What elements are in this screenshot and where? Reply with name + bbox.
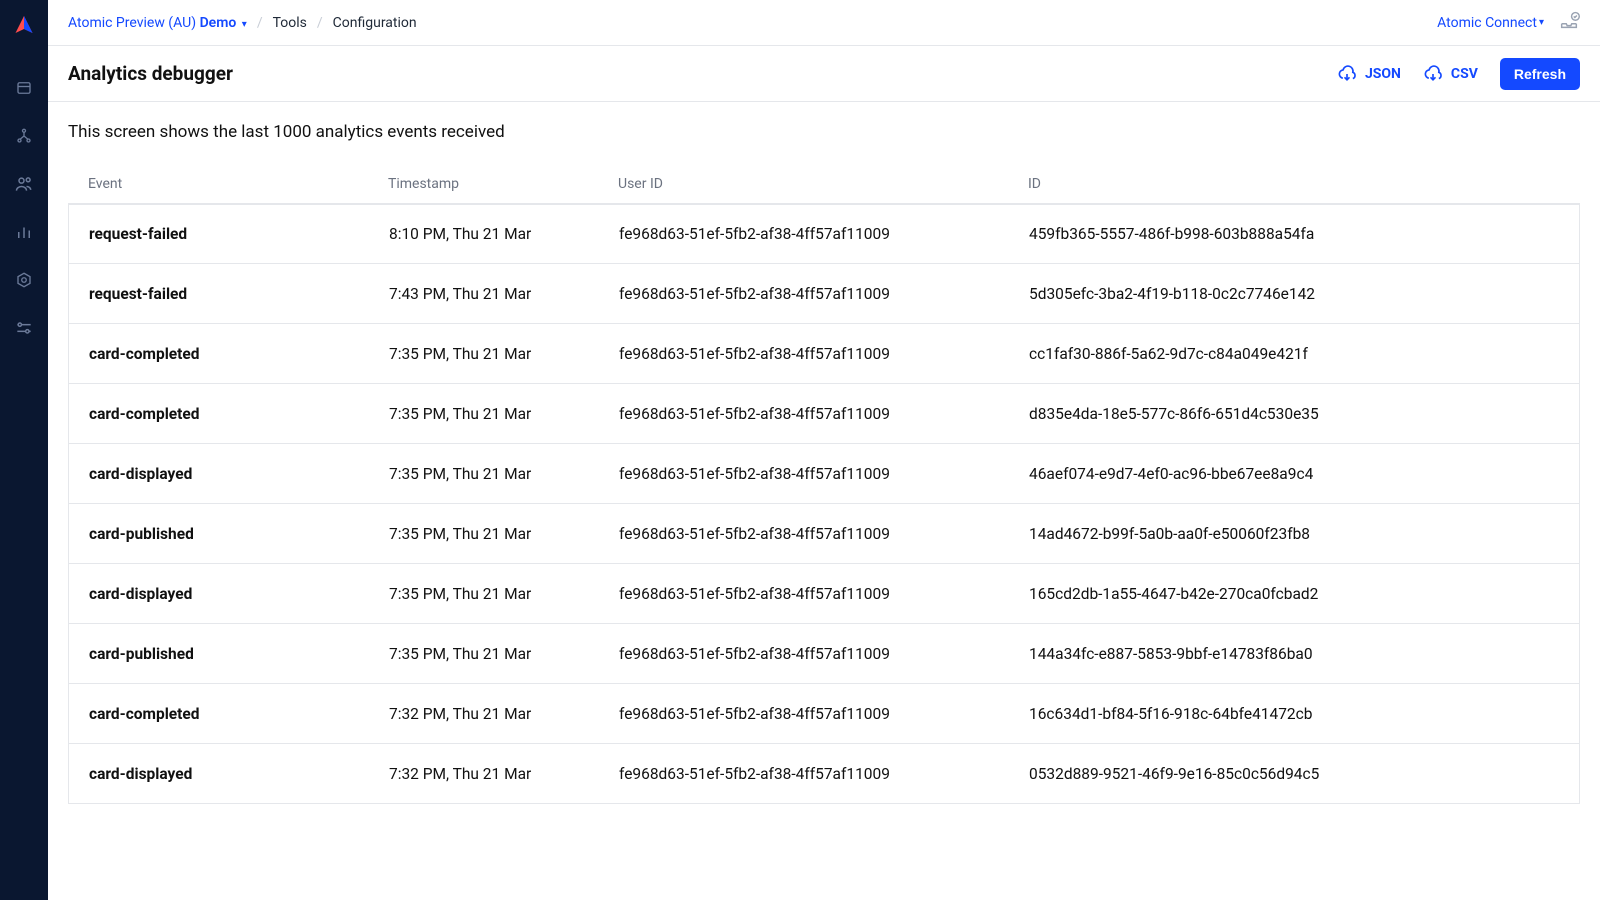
cell-id: 165cd2db-1a55-4647-b42e-270ca0fcbad2: [1029, 585, 1559, 603]
cell-user-id: fe968d63-51ef-5fb2-af38-4ff57af11009: [619, 345, 1029, 363]
col-timestamp: Timestamp: [388, 176, 618, 192]
nav-item-customers[interactable]: [0, 160, 48, 208]
nav-item-analytics[interactable]: [0, 208, 48, 256]
table-body: request-failed8:10 PM, Thu 21 Marfe968d6…: [68, 204, 1580, 804]
cell-user-id: fe968d63-51ef-5fb2-af38-4ff57af11009: [619, 225, 1029, 243]
events-table: Event Timestamp User ID ID request-faile…: [68, 164, 1580, 804]
cell-user-id: fe968d63-51ef-5fb2-af38-4ff57af11009: [619, 465, 1029, 483]
col-user-id: User ID: [618, 176, 1028, 192]
cell-timestamp: 7:35 PM, Thu 21 Mar: [389, 645, 619, 663]
cell-timestamp: 7:35 PM, Thu 21 Mar: [389, 525, 619, 543]
breadcrumb-sep: /: [257, 15, 263, 31]
atomic-connect-label: Atomic Connect: [1437, 15, 1537, 31]
cell-user-id: fe968d63-51ef-5fb2-af38-4ff57af11009: [619, 585, 1029, 603]
col-id: ID: [1028, 176, 1560, 192]
table-header: Event Timestamp User ID ID: [68, 164, 1580, 204]
chevron-down-icon: ▾: [1539, 17, 1544, 28]
cell-id: 144a34fc-e887-5853-9bbf-e14783f86ba0: [1029, 645, 1559, 663]
cell-id: 459fb365-5557-486f-b998-603b888a54fa: [1029, 225, 1559, 243]
cell-timestamp: 8:10 PM, Thu 21 Mar: [389, 225, 619, 243]
cell-id: cc1faf30-886f-5a62-9d7c-c84a049e421f: [1029, 345, 1559, 363]
cell-user-id: fe968d63-51ef-5fb2-af38-4ff57af11009: [619, 525, 1029, 543]
cell-id: d835e4da-18e5-577c-86f6-651d4c530e35: [1029, 405, 1559, 423]
export-csv-button[interactable]: CSV: [1423, 64, 1478, 84]
cell-event: card-displayed: [89, 765, 389, 783]
cell-event: request-failed: [89, 225, 389, 243]
cell-timestamp: 7:43 PM, Thu 21 Mar: [389, 285, 619, 303]
cell-timestamp: 7:35 PM, Thu 21 Mar: [389, 585, 619, 603]
atomic-connect-link[interactable]: Atomic Connect ▾: [1437, 15, 1544, 31]
table-row[interactable]: card-published7:35 PM, Thu 21 Marfe968d6…: [68, 624, 1580, 684]
cell-event: card-completed: [89, 705, 389, 723]
cell-event: card-displayed: [89, 465, 389, 483]
content: This screen shows the last 1000 analytic…: [48, 102, 1600, 900]
topbar: Atomic Preview (AU) Demo ▾ / Tools / Con…: [48, 0, 1600, 46]
table-row[interactable]: request-failed8:10 PM, Thu 21 Marfe968d6…: [68, 204, 1580, 264]
page-header: Analytics debugger JSON CSV Refresh: [48, 46, 1600, 102]
cell-id: 5d305efc-3ba2-4f19-b118-0c2c7746e142: [1029, 285, 1559, 303]
breadcrumb-env-label: Demo: [200, 15, 237, 31]
page-description: This screen shows the last 1000 analytic…: [68, 122, 1580, 142]
breadcrumb-org-label: Atomic Preview (AU): [68, 15, 196, 31]
nav-item-config[interactable]: [0, 256, 48, 304]
cell-event: card-completed: [89, 345, 389, 363]
download-cloud-icon: [1337, 64, 1357, 84]
table-row[interactable]: card-published7:35 PM, Thu 21 Marfe968d6…: [68, 504, 1580, 564]
chevron-down-icon: ▾: [242, 19, 247, 30]
inbox-check-icon[interactable]: [1558, 10, 1580, 36]
cell-timestamp: 7:35 PM, Thu 21 Mar: [389, 405, 619, 423]
cell-event: card-completed: [89, 405, 389, 423]
breadcrumb-section[interactable]: Tools: [273, 15, 307, 31]
header-actions: JSON CSV Refresh: [1337, 58, 1580, 90]
logo-icon[interactable]: [13, 14, 35, 36]
sidebar: [0, 0, 48, 900]
cell-event: request-failed: [89, 285, 389, 303]
main: Atomic Preview (AU) Demo ▾ / Tools / Con…: [48, 0, 1600, 900]
col-event: Event: [88, 176, 388, 192]
export-csv-label: CSV: [1451, 66, 1478, 82]
cell-user-id: fe968d63-51ef-5fb2-af38-4ff57af11009: [619, 285, 1029, 303]
table-row[interactable]: card-displayed7:35 PM, Thu 21 Marfe968d6…: [68, 564, 1580, 624]
cell-event: card-displayed: [89, 585, 389, 603]
table-row[interactable]: request-failed7:43 PM, Thu 21 Marfe968d6…: [68, 264, 1580, 324]
page-title: Analytics debugger: [68, 62, 233, 85]
breadcrumb: Atomic Preview (AU) Demo ▾ / Tools / Con…: [68, 15, 417, 31]
cell-timestamp: 7:35 PM, Thu 21 Mar: [389, 345, 619, 363]
cell-event: card-published: [89, 525, 389, 543]
table-row[interactable]: card-completed7:35 PM, Thu 21 Marfe968d6…: [68, 384, 1580, 444]
cell-id: 16c634d1-bf84-5f16-918c-64bfe41472cb: [1029, 705, 1559, 723]
table-row[interactable]: card-displayed7:35 PM, Thu 21 Marfe968d6…: [68, 444, 1580, 504]
cell-user-id: fe968d63-51ef-5fb2-af38-4ff57af11009: [619, 765, 1029, 783]
cell-id: 14ad4672-b99f-5a0b-aa0f-e50060f23fb8: [1029, 525, 1559, 543]
cell-timestamp: 7:35 PM, Thu 21 Mar: [389, 465, 619, 483]
breadcrumb-page[interactable]: Configuration: [333, 15, 417, 31]
cell-user-id: fe968d63-51ef-5fb2-af38-4ff57af11009: [619, 705, 1029, 723]
cell-user-id: fe968d63-51ef-5fb2-af38-4ff57af11009: [619, 645, 1029, 663]
download-cloud-icon: [1423, 64, 1443, 84]
cell-id: 46aef074-e9d7-4ef0-ac96-bbe67ee8a9c4: [1029, 465, 1559, 483]
table-row[interactable]: card-completed7:35 PM, Thu 21 Marfe968d6…: [68, 324, 1580, 384]
topbar-right: Atomic Connect ▾: [1437, 10, 1580, 36]
cell-user-id: fe968d63-51ef-5fb2-af38-4ff57af11009: [619, 405, 1029, 423]
breadcrumb-sep: /: [317, 15, 323, 31]
nav-item-settings[interactable]: [0, 304, 48, 352]
export-json-label: JSON: [1365, 66, 1401, 82]
export-json-button[interactable]: JSON: [1337, 64, 1401, 84]
table-row[interactable]: card-displayed7:32 PM, Thu 21 Marfe968d6…: [68, 744, 1580, 804]
cell-id: 0532d889-9521-46f9-9e16-85c0c56d94c5: [1029, 765, 1559, 783]
refresh-button[interactable]: Refresh: [1500, 58, 1580, 90]
breadcrumb-org[interactable]: Atomic Preview (AU) Demo ▾: [68, 15, 247, 31]
cell-event: card-published: [89, 645, 389, 663]
cell-timestamp: 7:32 PM, Thu 21 Mar: [389, 765, 619, 783]
nav-item-cards[interactable]: [0, 64, 48, 112]
cell-timestamp: 7:32 PM, Thu 21 Mar: [389, 705, 619, 723]
table-row[interactable]: card-completed7:32 PM, Thu 21 Marfe968d6…: [68, 684, 1580, 744]
nav-item-flows[interactable]: [0, 112, 48, 160]
